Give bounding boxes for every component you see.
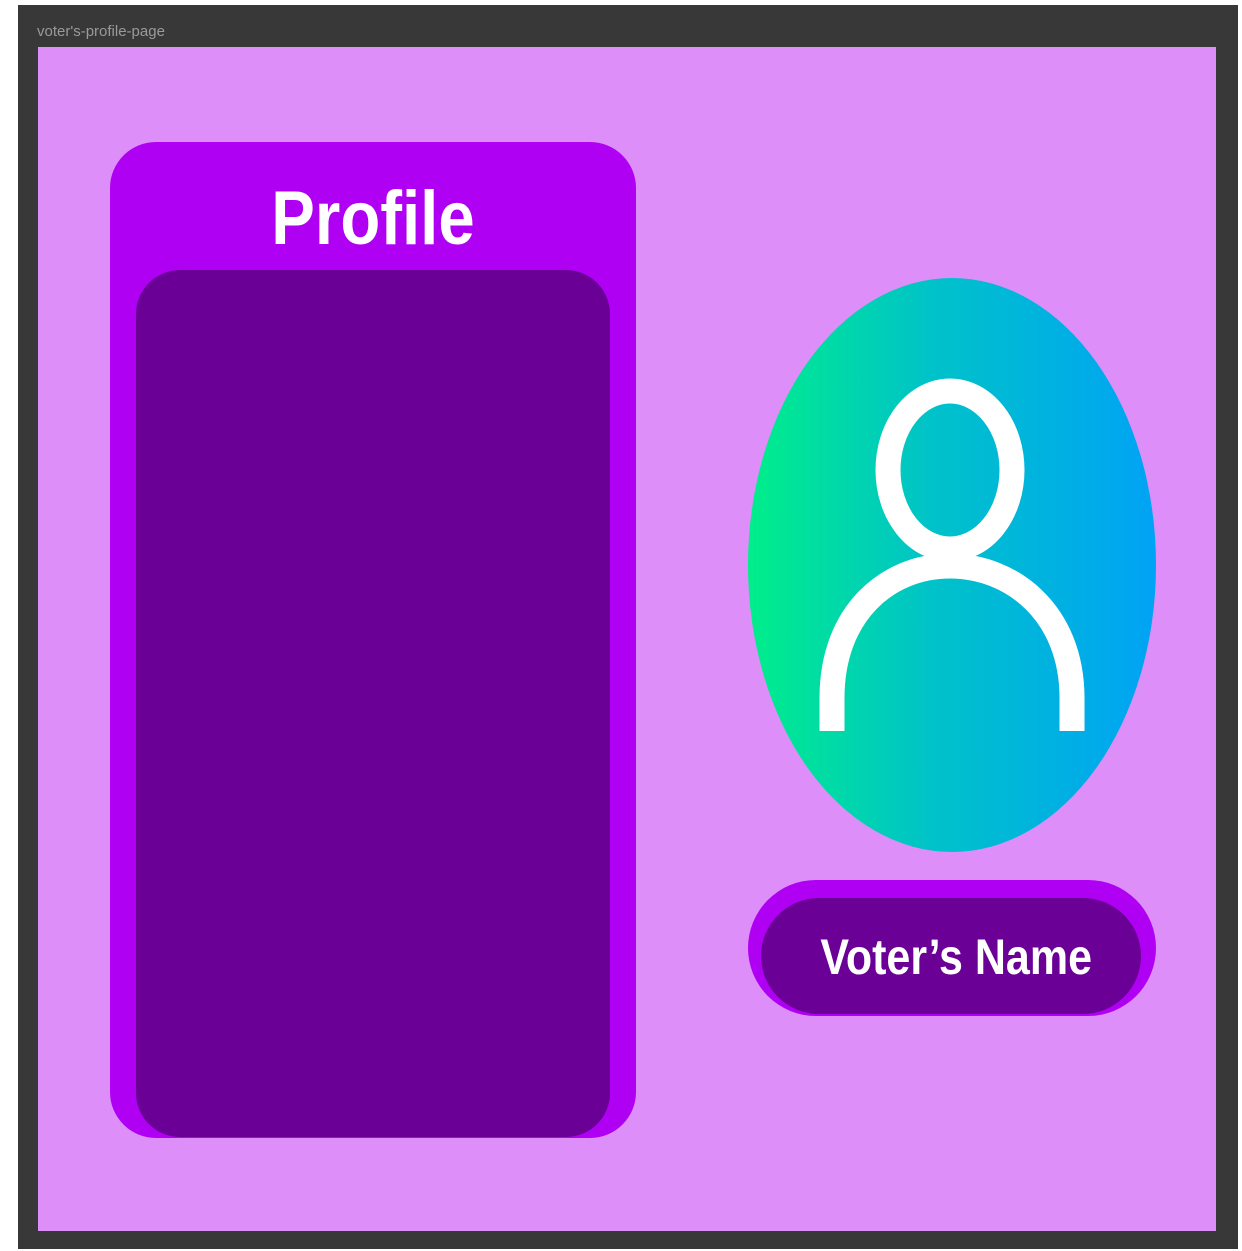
profile-title: Profile xyxy=(271,176,475,261)
avatar[interactable] xyxy=(748,278,1156,852)
voter-name: Voter’s Name xyxy=(820,929,1092,985)
voter-name-badge: Voter’s Name xyxy=(748,880,1156,1016)
profile-content-panel xyxy=(136,270,610,1137)
user-icon xyxy=(819,378,1085,731)
voter-name-field: Voter’s Name xyxy=(761,898,1141,1014)
frame-label[interactable]: voter's-profile-page xyxy=(37,22,165,42)
profile-card: Profile xyxy=(110,142,636,1138)
